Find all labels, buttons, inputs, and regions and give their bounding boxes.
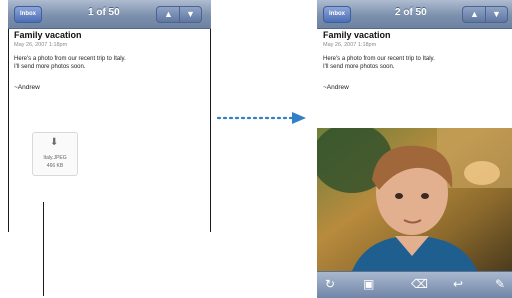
right-screen: Inbox 2 of 50 ▲ ▼ Family vacation May 26… xyxy=(317,0,512,298)
next-message-icon[interactable]: ▼ xyxy=(492,9,501,20)
previous-message-icon[interactable]: ▲ xyxy=(164,9,173,20)
attachment-filename: Italy.JPEG xyxy=(43,155,67,161)
email-date: May 26, 2007 1:18pm xyxy=(323,42,377,48)
email-body-line-1: Here's a photo from our recent trip to I… xyxy=(323,56,435,62)
left-frame-edge xyxy=(8,28,9,232)
navigation-bar: Inbox 2 of 50 ▲ ▼ xyxy=(317,0,512,29)
message-counter: 2 of 50 xyxy=(395,7,427,18)
left-screen: Inbox 1 of 50 ▲ ▼ Family vacation May 26… xyxy=(8,0,211,232)
email-signature: ~Andrew xyxy=(323,84,349,91)
attached-photo[interactable] xyxy=(317,128,512,271)
attachment-size: 466 KB xyxy=(46,163,64,169)
email-subject: Family vacation xyxy=(323,30,391,40)
previous-message-icon[interactable]: ▲ xyxy=(470,9,479,20)
next-message-icon[interactable]: ▼ xyxy=(186,9,195,20)
email-body-line-2: I'll send more photos soon. xyxy=(14,64,86,70)
message-nav-buttons: ▲ ▼ xyxy=(462,6,508,23)
message-nav-buttons: ▲ ▼ xyxy=(156,6,202,23)
callout-line xyxy=(43,202,44,296)
download-arrow-icon: ⬇ xyxy=(50,137,59,148)
bottom-toolbar: ↻ ▣ ⌫ ↩ ✎ xyxy=(317,271,512,298)
inbox-button[interactable]: Inbox xyxy=(14,6,42,23)
refresh-icon[interactable]: ↻ xyxy=(325,277,335,291)
transition-arrow xyxy=(216,112,306,124)
move-folder-icon[interactable]: ▣ xyxy=(363,277,374,291)
right-frame-edge xyxy=(210,28,211,232)
attachment-download-button[interactable]: ⬇ Italy.JPEG 466 KB xyxy=(32,132,78,176)
email-subject: Family vacation xyxy=(14,30,82,40)
email-body-line-1: Here's a photo from our recent trip to I… xyxy=(14,56,126,62)
compose-icon[interactable]: ✎ xyxy=(495,277,505,291)
email-date: May 26, 2007 1:18pm xyxy=(14,42,68,48)
email-signature: ~Andrew xyxy=(14,84,40,91)
reply-icon[interactable]: ↩ xyxy=(453,277,463,291)
inbox-button[interactable]: Inbox xyxy=(323,6,351,23)
email-body-line-2: I'll send more photos soon. xyxy=(323,64,395,70)
navigation-bar: Inbox 1 of 50 ▲ ▼ xyxy=(8,0,211,29)
message-counter: 1 of 50 xyxy=(88,7,120,18)
trash-icon[interactable]: ⌫ xyxy=(411,277,428,291)
